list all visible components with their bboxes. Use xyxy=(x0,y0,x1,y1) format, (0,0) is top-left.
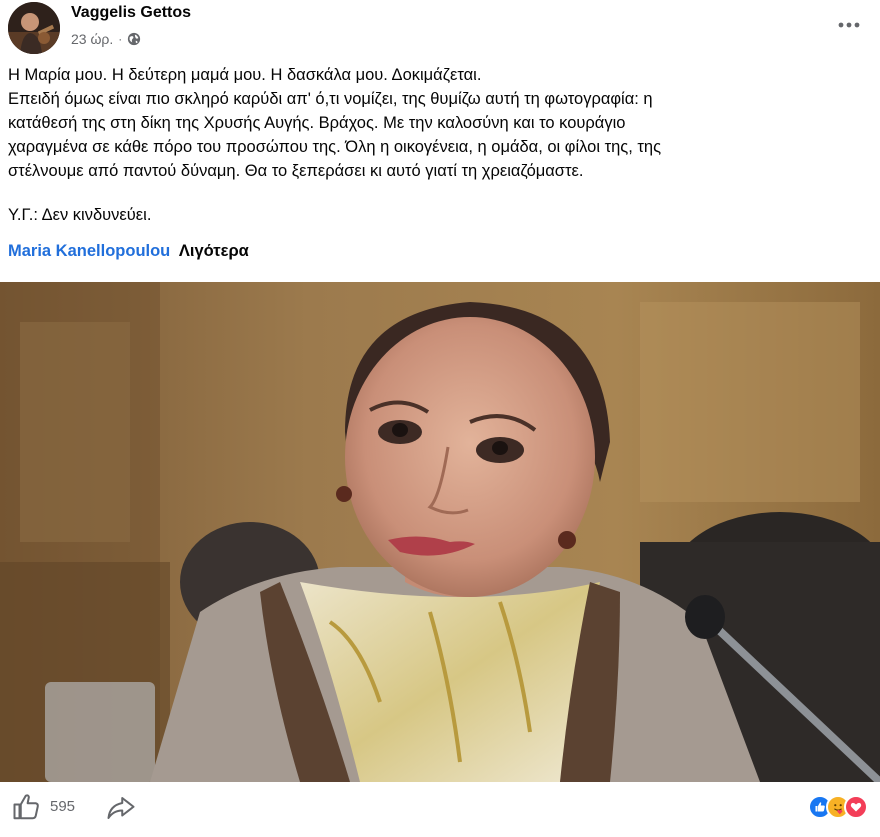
post-text-ps: Υ.Γ.: Δεν κινδυνεύει. xyxy=(8,206,152,224)
post-body: Η Μαρία μου. Η δεύτερη μαμά μου. Η δασκά… xyxy=(8,63,868,183)
reaction-summary[interactable] xyxy=(808,795,868,821)
like-count[interactable]: 595 xyxy=(50,798,75,815)
post-text-line1: Η Μαρία μου. Η δεύτερη μαμά μου. Η δασκά… xyxy=(8,66,482,84)
thumbs-up-icon[interactable] xyxy=(12,792,42,822)
author-name[interactable]: Vaggelis Gettos xyxy=(71,4,191,22)
post-photo[interactable] xyxy=(0,282,880,782)
globe-icon[interactable] xyxy=(127,32,141,46)
post-timestamp[interactable]: 23 ώρ. xyxy=(71,31,113,47)
post-header: Vaggelis Gettos 23 ώρ. · xyxy=(0,0,880,60)
tagged-person-link[interactable]: Maria Kanellopoulou xyxy=(8,242,170,260)
post-tagline: Maria Kanellopoulou Λιγότερα xyxy=(8,242,249,261)
more-dots-icon[interactable] xyxy=(836,12,862,38)
love-reaction-icon xyxy=(844,795,868,819)
meta-separator: · xyxy=(118,32,123,46)
share-arrow-icon[interactable] xyxy=(106,794,136,822)
post-footer: 595 xyxy=(0,782,880,837)
see-less-link[interactable]: Λιγότερα xyxy=(179,242,249,260)
post-text-paragraph: Επειδή όμως είναι πιο σκληρό καρύδι απ' … xyxy=(8,90,662,180)
author-avatar[interactable] xyxy=(8,2,60,54)
post-meta: 23 ώρ. · xyxy=(71,31,141,47)
